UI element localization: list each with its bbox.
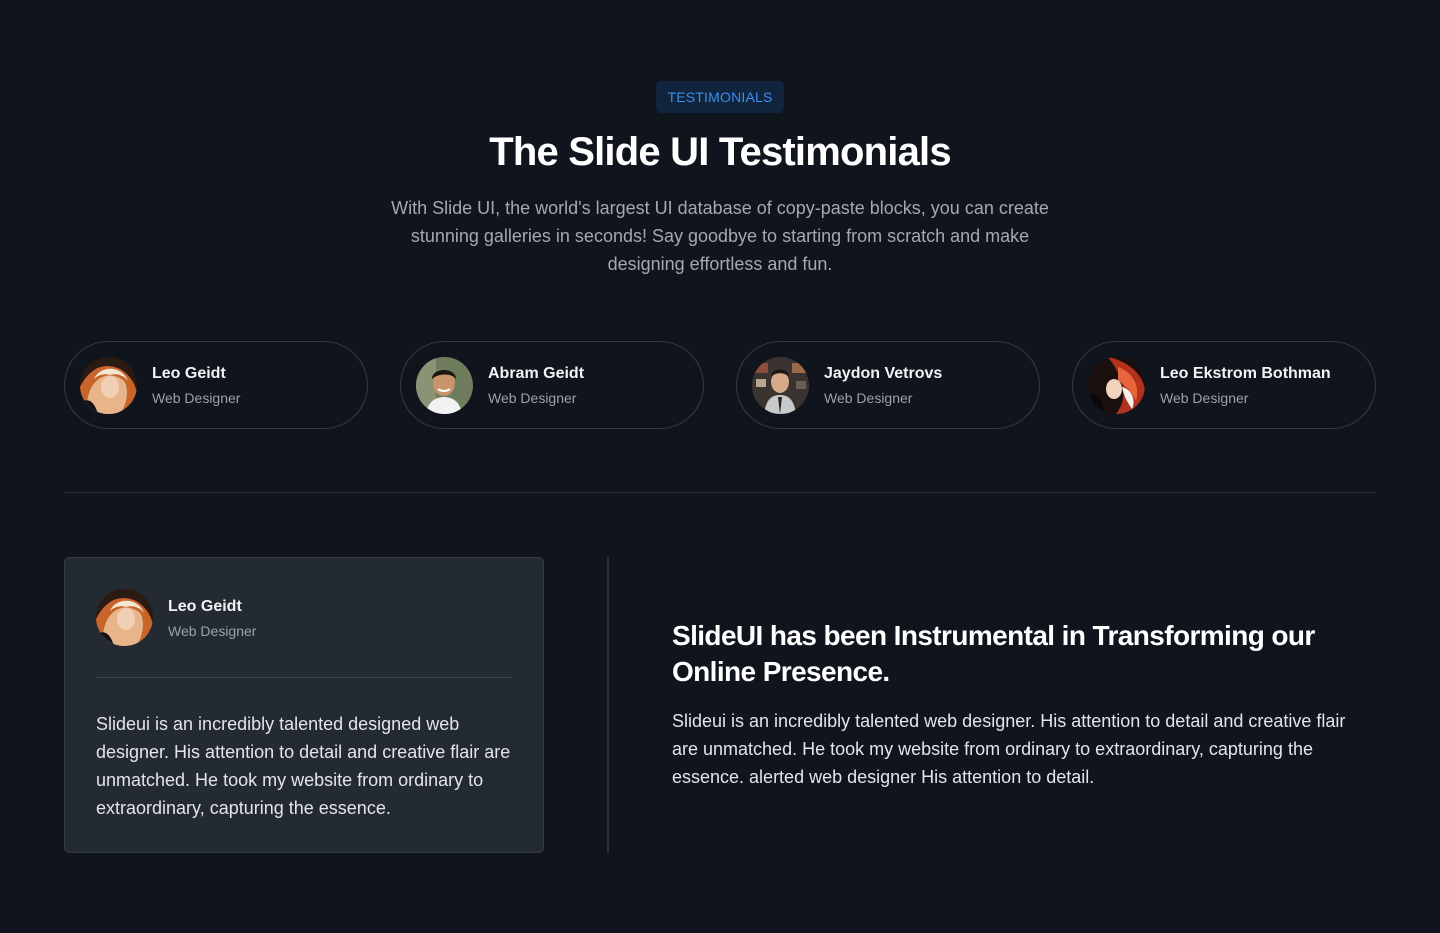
- person-tab-jaydon-vetrovs[interactable]: Jaydon Vetrovs Web Designer: [736, 341, 1040, 429]
- card-person-role: Web Designer: [168, 623, 257, 639]
- feature-body: Slideui is an incredibly talented web de…: [672, 711, 1346, 787]
- person-name: Jaydon Vetrovs: [824, 365, 943, 382]
- person-name: Abram Geidt: [488, 365, 585, 382]
- feature-headline: SlideUI has been Instrumental in Transfo…: [672, 620, 1315, 687]
- card-person-name: Leo Geidt: [168, 598, 242, 615]
- avatar: [752, 357, 809, 414]
- avatar: [416, 357, 473, 414]
- person-name: Leo Ekstrom Bothman: [1160, 365, 1331, 382]
- page-title: The Slide UI Testimonials: [489, 130, 951, 174]
- testimonial-quote: Slideui is an incredibly talented design…: [96, 714, 511, 818]
- avatar: [1088, 357, 1145, 414]
- person-role: Web Designer: [488, 390, 577, 406]
- avatar: [80, 357, 137, 414]
- person-name: Leo Geidt: [152, 365, 226, 382]
- person-role: Web Designer: [1160, 390, 1249, 406]
- person-role: Web Designer: [824, 390, 913, 406]
- section-badge: TESTIMONIALS: [656, 81, 784, 113]
- section-divider: [64, 492, 1376, 493]
- testimonial-card: Leo Geidt Web Designer Slideui is an inc…: [64, 557, 544, 853]
- vertical-divider: [607, 557, 609, 853]
- person-role: Web Designer: [152, 390, 241, 406]
- testimonials-section: TESTIMONIALS The Slide UI Testimonials W…: [0, 0, 1440, 933]
- person-tab-leo-geidt[interactable]: Leo Geidt Web Designer: [64, 341, 368, 429]
- card-divider: [96, 677, 512, 678]
- person-tab-abram-geidt[interactable]: Abram Geidt Web Designer: [400, 341, 704, 429]
- person-tab-leo-ekstrom-bothman[interactable]: Leo Ekstrom Bothman Web Designer: [1072, 341, 1376, 429]
- avatar: [96, 589, 153, 646]
- page-subtitle: With Slide UI, the world's largest UI da…: [391, 198, 1049, 274]
